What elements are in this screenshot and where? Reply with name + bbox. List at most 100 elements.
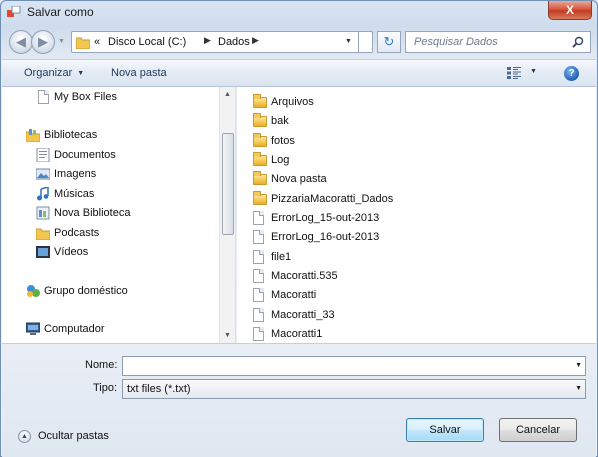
file-icon	[253, 250, 264, 264]
file-name: Macoratti	[271, 289, 317, 301]
nav-item-label: Nova Biblioteca	[54, 207, 131, 219]
chevron-down-icon: ▼	[77, 70, 85, 77]
file-name: ErrorLog_16-out-2013	[271, 231, 380, 243]
name-label: Nome:	[85, 359, 118, 371]
nav-item-label: Vídeos	[54, 246, 89, 258]
nav-item-bibliotecas[interactable]: Bibliotecas	[2, 126, 220, 145]
library-icon	[36, 206, 50, 220]
scrollbar-thumb[interactable]	[222, 133, 234, 235]
refresh-button[interactable]: ↻	[377, 31, 401, 53]
file-name: Macoratti.535	[271, 270, 338, 282]
nav-item-label: My Box Files	[54, 91, 117, 103]
homegroup-icon	[27, 285, 40, 297]
search-box[interactable]: Pesquisar Dados	[405, 31, 591, 53]
address-bar[interactable]: « Disco Local (C:) ▶ Dados ▶	[71, 31, 373, 53]
file-name: PizzariaMacoratti_Dados	[271, 193, 394, 205]
file-icon	[253, 269, 264, 283]
podcasts-icon	[36, 228, 50, 240]
breadcrumb-overflow[interactable]: «	[94, 36, 100, 48]
file-icon	[253, 288, 264, 302]
folder-icon	[253, 191, 267, 205]
scroll-up-icon[interactable]: ▲	[224, 91, 231, 98]
file-name: Nova pasta	[271, 173, 327, 185]
file-list: Arquivos bak fotos Log Nova pasta Pizzar…	[237, 87, 596, 343]
nav-item-my-box-files[interactable]: My Box Files	[2, 88, 220, 107]
organize-button[interactable]: Organizar ▼	[24, 67, 84, 79]
cancel-button[interactable]: Cancelar	[499, 418, 577, 442]
list-item[interactable]: Macoratti.535	[253, 267, 413, 286]
breadcrumb-folder[interactable]: Dados	[218, 36, 250, 48]
nav-item-label: Documentos	[54, 149, 116, 161]
folder-icon	[253, 171, 267, 185]
nav-item-computador[interactable]: Computador	[2, 320, 220, 339]
folder-icon	[253, 113, 267, 127]
list-item[interactable]: Macoratti_33	[253, 306, 413, 325]
libraries-icon	[26, 129, 40, 142]
documents-icon	[36, 148, 50, 162]
nav-item-musicas[interactable]: Músicas	[2, 185, 220, 204]
nav-item-documentos[interactable]: Documentos	[2, 146, 220, 165]
breadcrumb-disk[interactable]: Disco Local (C:)	[108, 36, 186, 48]
computer-icon	[26, 322, 40, 335]
list-item[interactable]: Arquivos	[253, 93, 413, 112]
nav-item-label: Podcasts	[54, 227, 100, 239]
navigation-pane: My Box Files Bibliotecas Documentos Imag…	[2, 87, 236, 343]
change-view-icon[interactable]	[507, 67, 521, 79]
file-type-select[interactable]: txt files (*.txt) ▼	[122, 379, 586, 399]
file-icon	[253, 211, 264, 225]
help-icon[interactable]: ?	[564, 66, 579, 81]
save-button[interactable]: Salvar	[406, 418, 484, 442]
list-item[interactable]: ErrorLog_16-out-2013	[253, 228, 413, 247]
nav-item-nova-biblioteca[interactable]: Nova Biblioteca	[2, 204, 220, 223]
navigation-bar: ◀ ▶ ▼ « Disco Local (C:) ▶ Dados ▶ ▼ ↻ P…	[1, 27, 597, 59]
new-folder-button[interactable]: Nova pasta	[111, 67, 167, 79]
file-icon	[253, 308, 264, 322]
chevron-up-icon: ▲	[18, 430, 31, 443]
file-icon	[38, 90, 49, 104]
list-item[interactable]: PizzariaMacoratti_Dados	[253, 190, 413, 209]
file-name: file1	[271, 251, 292, 263]
save-as-dialog: Salvar como X ◀ ▶ ▼ « Disco Local (C:) ▶…	[0, 0, 598, 457]
videos-icon	[36, 246, 50, 258]
nav-item-label: Bibliotecas	[44, 129, 98, 141]
list-item[interactable]: Macoratti1	[253, 325, 413, 343]
scroll-down-icon[interactable]: ▼	[224, 332, 231, 339]
list-item[interactable]: ErrorLog_15-out-2013	[253, 209, 413, 228]
recent-pages-icon[interactable]: ▼	[58, 38, 66, 46]
nav-item-imagens[interactable]: Imagens	[2, 165, 220, 184]
title-bar: Salvar como X	[1, 1, 597, 25]
list-item[interactable]: Macoratti	[253, 286, 413, 305]
file-name-field[interactable]: ▼	[122, 356, 586, 376]
app-icon	[7, 6, 21, 17]
back-button[interactable]: ◀	[9, 30, 33, 54]
file-name: fotos	[271, 135, 295, 147]
search-input[interactable]: Pesquisar Dados	[414, 36, 498, 48]
forward-button[interactable]: ▶	[31, 30, 55, 54]
list-item[interactable]: Log	[253, 151, 413, 170]
close-button[interactable]: X	[548, 1, 592, 20]
navigation-scrollbar[interactable]: ▲ ▼	[219, 87, 235, 343]
chevron-down-icon[interactable]: ▼	[575, 362, 582, 369]
address-dropdown-button[interactable]: ▼	[339, 31, 359, 53]
list-item[interactable]: bak	[253, 112, 413, 131]
breadcrumb-separator[interactable]: ▶	[204, 35, 211, 46]
nav-item-label: Grupo doméstico	[44, 285, 128, 297]
music-icon	[37, 187, 49, 201]
nav-item-label: Imagens	[54, 168, 97, 180]
search-icon[interactable]	[572, 36, 584, 48]
folder-icon	[76, 37, 90, 49]
chevron-down-icon[interactable]: ▼	[575, 385, 582, 392]
breadcrumb-separator[interactable]: ▶	[252, 35, 259, 46]
hide-folders-label: Ocultar pastas	[38, 430, 109, 442]
list-item[interactable]: Nova pasta	[253, 170, 413, 189]
views-dropdown-icon[interactable]: ▼	[530, 68, 537, 75]
file-type-value: txt files (*.txt)	[127, 383, 191, 395]
file-name: ErrorLog_15-out-2013	[271, 212, 380, 224]
organize-label: Organizar	[24, 67, 73, 79]
file-name: bak	[271, 115, 289, 127]
list-item[interactable]: fotos	[253, 132, 413, 151]
nav-item-grupo-domestico[interactable]: Grupo doméstico	[2, 282, 220, 301]
nav-item-videos[interactable]: Vídeos	[2, 243, 220, 262]
nav-item-podcasts[interactable]: Podcasts	[2, 224, 220, 243]
list-item[interactable]: file1	[253, 248, 413, 267]
